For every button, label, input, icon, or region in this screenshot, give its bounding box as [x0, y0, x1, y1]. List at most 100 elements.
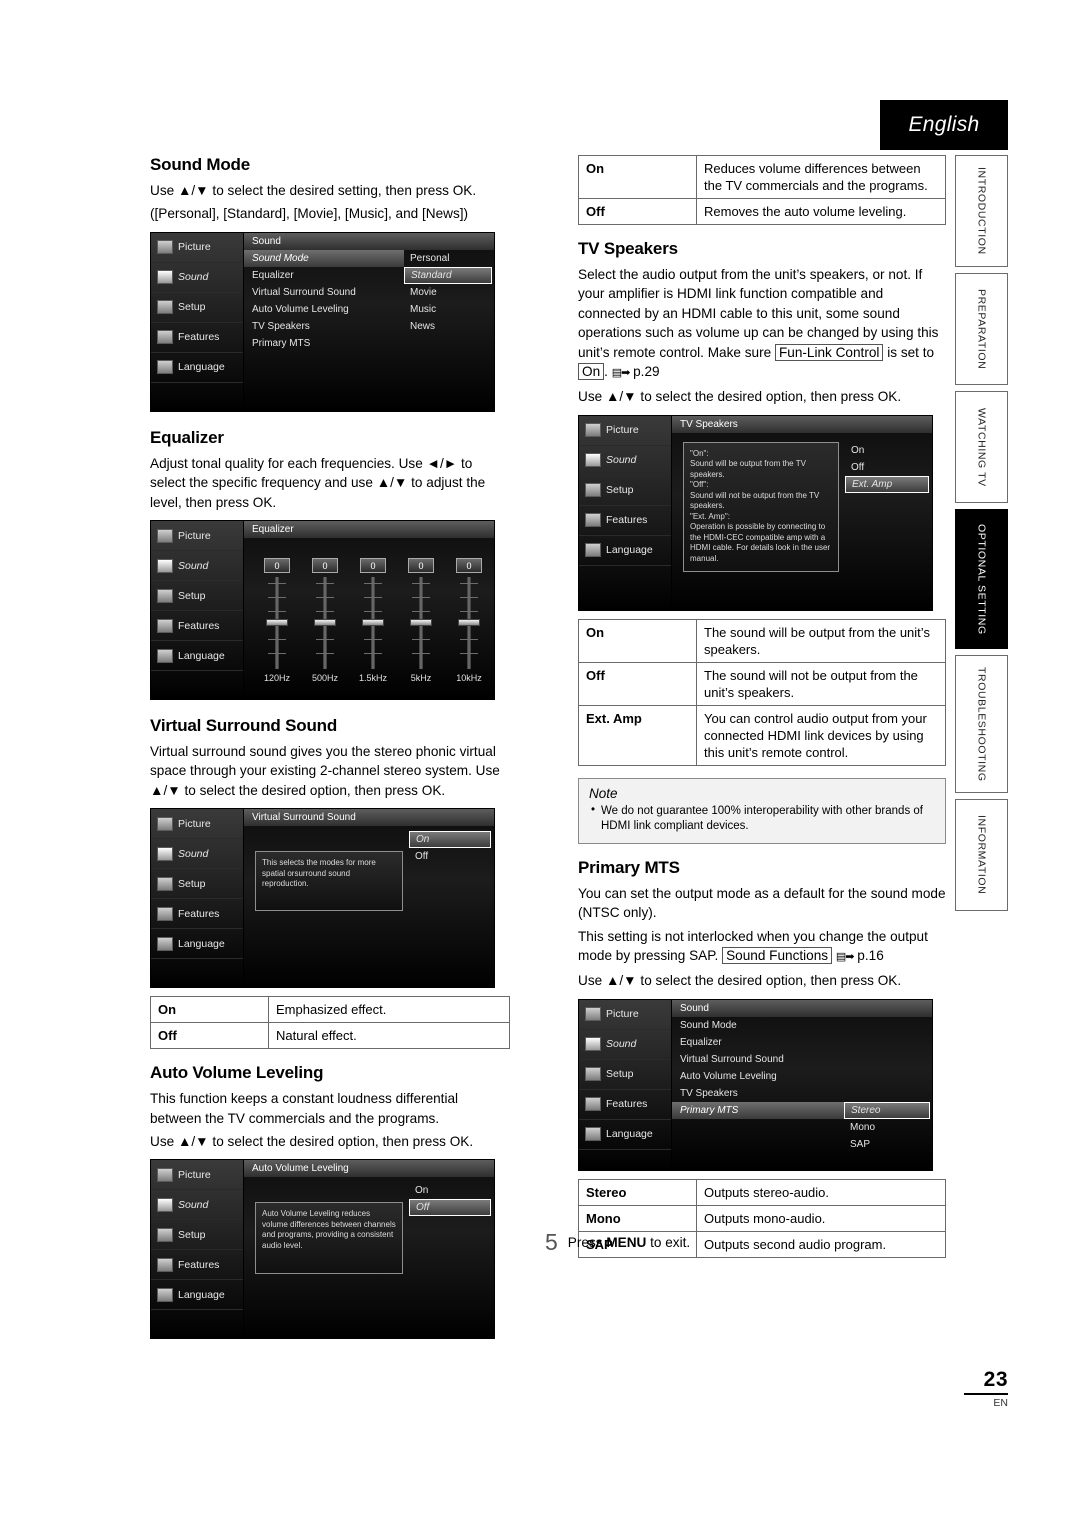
- osd-option-sap[interactable]: SAP: [844, 1136, 930, 1153]
- osd-menu-item-equalizer[interactable]: Equalizer: [672, 1034, 844, 1051]
- osd-sidebar-label: Language: [606, 1128, 653, 1141]
- osd-option-on[interactable]: On: [409, 831, 491, 849]
- osd-sidebar-item-picture[interactable]: Picture: [151, 233, 243, 263]
- osd-sidebar-item-picture[interactable]: Picture: [151, 1160, 243, 1191]
- table-row: Ext. Amp You can control audio output fr…: [578, 704, 946, 766]
- osd-sidebar-item-language[interactable]: Language: [151, 353, 243, 383]
- osd-sidebar-item-features[interactable]: Features: [151, 1250, 243, 1281]
- osd-sidebar-label: Sound: [178, 271, 209, 284]
- osd-sidebar-label: Sound: [178, 559, 209, 572]
- osd-sidebar-item-picture[interactable]: Picture: [579, 416, 671, 446]
- osd-menu-item-sound-mode[interactable]: Sound Mode: [672, 1017, 844, 1034]
- eq-knob[interactable]: [362, 619, 384, 627]
- osd-menu-item-equalizer[interactable]: Equalizer: [244, 267, 404, 284]
- osd-menu-item-virtual-surround-sound[interactable]: Virtual Surround Sound: [672, 1051, 844, 1068]
- step-text-before: Press: [567, 1235, 607, 1250]
- osd-menu-item-auto-volume-leveling[interactable]: Auto Volume Leveling: [244, 301, 404, 318]
- eq-slider[interactable]: [314, 577, 336, 670]
- osd-option-personal[interactable]: Personal: [404, 250, 492, 267]
- osd-sidebar-item-picture[interactable]: Picture: [151, 521, 243, 552]
- osd-sidebar-item-picture[interactable]: Picture: [151, 809, 243, 840]
- osd-sidebar-label: Setup: [178, 589, 206, 602]
- index-tab-watching-tv[interactable]: WATCHING TV: [955, 391, 1008, 503]
- osd-menu-item-auto-volume-leveling[interactable]: Auto Volume Leveling: [672, 1068, 844, 1085]
- sound-icon: [585, 1037, 601, 1052]
- eq-band-5khz[interactable]: 0 5kHz: [402, 558, 440, 683]
- osd-sidebar-item-language[interactable]: Language: [151, 929, 243, 960]
- table-row: Off Removes the auto volume leveling.: [578, 198, 946, 225]
- eq-knob[interactable]: [458, 619, 480, 627]
- osd-menu-item-tv-speakers[interactable]: TV Speakers: [244, 318, 404, 335]
- osd-option-on[interactable]: On: [409, 1182, 491, 1199]
- osd-option-on[interactable]: On: [845, 442, 929, 459]
- osd-sidebar-item-setup[interactable]: Setup: [579, 476, 671, 506]
- osd-sidebar-item-sound[interactable]: Sound: [151, 263, 243, 293]
- osd-option-standard[interactable]: Standard: [404, 266, 492, 284]
- osd-sidebar-item-sound[interactable]: Sound: [579, 1030, 671, 1060]
- osd-option-music[interactable]: Music: [404, 301, 492, 318]
- eq-band-120hz[interactable]: 0 120Hz: [258, 558, 296, 683]
- heading-primary-mts: Primary MTS: [578, 857, 680, 877]
- osd-menu-item-sound-mode[interactable]: Sound Mode: [244, 249, 404, 267]
- osd-option-off[interactable]: Off: [409, 848, 491, 865]
- osd-sidebar-item-features[interactable]: Features: [579, 1090, 671, 1120]
- osd-sidebar-label: Language: [178, 649, 225, 662]
- eq-band-1-5khz[interactable]: 0 1.5kHz: [354, 558, 392, 683]
- osd-sidebar-item-setup[interactable]: Setup: [151, 581, 243, 612]
- eq-knob[interactable]: [314, 619, 336, 627]
- osd-sidebar-item-language[interactable]: Language: [579, 1120, 671, 1150]
- equalizer-bands: 0 120Hz 0 500Hz 0 1.5kHz 0 5kHz 0 10kHz: [244, 538, 494, 699]
- index-tab-label: OPTIONAL SETTING: [975, 523, 988, 635]
- eq-knob[interactable]: [410, 619, 432, 627]
- osd-sidebar-item-features[interactable]: Features: [151, 323, 243, 353]
- osd-sidebar-label: Features: [178, 619, 220, 632]
- osd-sidebar: Picture Sound Setup Features Language: [151, 809, 244, 988]
- osd-sidebar-item-features[interactable]: Features: [579, 506, 671, 536]
- eq-slider[interactable]: [362, 577, 384, 670]
- osd-sidebar: Picture Sound Setup Features Language: [579, 999, 672, 1170]
- osd-option-mono[interactable]: Mono: [844, 1119, 930, 1136]
- osd-menu-item-virtual-surround-sound[interactable]: Virtual Surround Sound: [244, 284, 404, 301]
- osd-option-news[interactable]: News: [404, 318, 492, 335]
- eq-band-500hz[interactable]: 0 500Hz: [306, 558, 344, 683]
- index-tab-preparation[interactable]: PREPARATION: [955, 273, 1008, 385]
- step-5: 5 Press MENU to exit.: [545, 1231, 945, 1254]
- osd-sidebar-item-setup[interactable]: Setup: [579, 1060, 671, 1090]
- table-row: On Reduces volume differences between th…: [578, 155, 946, 199]
- osd-sidebar-item-setup[interactable]: Setup: [151, 293, 243, 323]
- eq-slider[interactable]: [410, 577, 432, 670]
- page-arrow-icon: ▤➡: [835, 951, 855, 964]
- osd-sidebar-label: Features: [606, 514, 648, 527]
- index-tab-introduction[interactable]: INTRODUCTION: [955, 155, 1008, 267]
- osd-sidebar-item-sound[interactable]: Sound: [151, 551, 243, 582]
- osd-sidebar-item-language[interactable]: Language: [579, 536, 671, 566]
- osd-option-ext-amp[interactable]: Ext. Amp: [845, 475, 929, 493]
- index-tab-information[interactable]: INFORMATION: [955, 799, 1008, 911]
- osd-sidebar-item-language[interactable]: Language: [151, 641, 243, 672]
- eq-band-10khz[interactable]: 0 10kHz: [450, 558, 488, 683]
- osd-menu-item-primary-mts[interactable]: Primary MTS: [244, 335, 404, 352]
- eq-slider[interactable]: [266, 577, 288, 670]
- osd-menu-item-tv-speakers[interactable]: TV Speakers: [672, 1085, 844, 1102]
- eq-slider[interactable]: [458, 577, 480, 670]
- osd-sidebar-item-language[interactable]: Language: [151, 1280, 243, 1311]
- osd-sidebar-item-picture[interactable]: Picture: [579, 1000, 671, 1030]
- osd-option-stereo[interactable]: Stereo: [844, 1101, 930, 1119]
- index-tab-optional-setting[interactable]: OPTIONAL SETTING: [955, 509, 1008, 649]
- osd-sidebar-item-features[interactable]: Features: [151, 899, 243, 930]
- osd-sidebar-item-sound[interactable]: Sound: [151, 1190, 243, 1221]
- osd-option-off[interactable]: Off: [845, 459, 929, 476]
- osd-sidebar-item-sound[interactable]: Sound: [579, 446, 671, 476]
- index-tab-troubleshooting[interactable]: TROUBLESHOOTING: [955, 655, 1008, 793]
- sound-icon: [157, 1197, 173, 1212]
- osd-sidebar-item-features[interactable]: Features: [151, 611, 243, 642]
- osd-sidebar-label: Sound: [178, 847, 209, 860]
- osd-option-movie[interactable]: Movie: [404, 284, 492, 301]
- osd-sidebar-item-sound[interactable]: Sound: [151, 839, 243, 870]
- osd-sidebar-item-setup[interactable]: Setup: [151, 1220, 243, 1251]
- osd-menu-item-primary-mts[interactable]: Primary MTS: [672, 1101, 844, 1119]
- eq-knob[interactable]: [266, 619, 288, 627]
- osd-option-off[interactable]: Off: [409, 1199, 491, 1217]
- setup-icon: [157, 1227, 173, 1242]
- osd-sidebar-item-setup[interactable]: Setup: [151, 869, 243, 900]
